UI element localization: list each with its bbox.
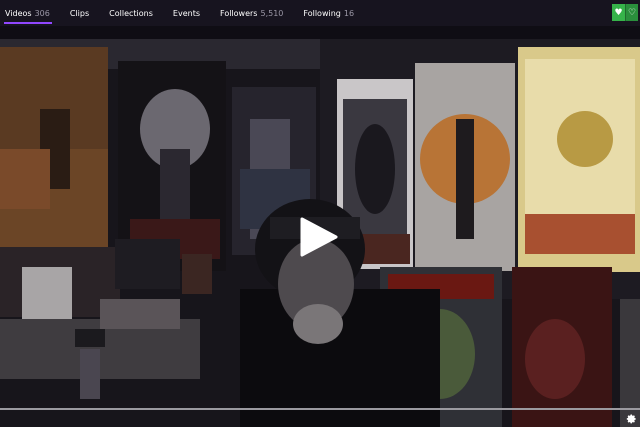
heart-icon: ♥ [614,7,623,18]
tab-videos-count: 306 [34,8,50,18]
tab-videos[interactable]: Videos 306 [0,0,60,26]
tab-events[interactable]: Events [163,0,210,26]
progress-bar[interactable] [0,408,640,410]
follow-controls: ♥ ♡ [612,4,638,21]
tab-followers-label: Followers [220,8,258,18]
tab-following-label: Following [303,8,341,18]
tab-followers[interactable]: Followers 5,510 [210,0,293,26]
tab-clips-label: Clips [69,8,90,18]
video-player[interactable] [0,39,640,427]
tab-followers-count: 5,510 [260,8,284,18]
tab-following-count: 16 [343,8,355,18]
follow-button[interactable]: ♥ [612,4,625,21]
tab-following[interactable]: Following 16 [293,0,364,26]
follow-notify-button[interactable]: ♡ [625,4,638,21]
poster-left [0,47,108,247]
channel-nav: Videos 306 Clips Collections Events Foll… [0,0,640,26]
play-icon[interactable] [296,217,340,257]
poster-bottom-right [512,267,612,427]
poster-nier [415,63,515,271]
tab-events-label: Events [172,8,200,18]
tab-videos-label: Videos [5,8,32,18]
heart-outline-icon: ♡ [627,7,637,18]
nav-divider [0,26,640,39]
tab-collections-label: Collections [109,8,153,18]
poster-cuphead [518,47,640,272]
gear-icon[interactable] [625,413,637,425]
tab-collections[interactable]: Collections [99,0,163,26]
tab-clips[interactable]: Clips [60,0,99,26]
